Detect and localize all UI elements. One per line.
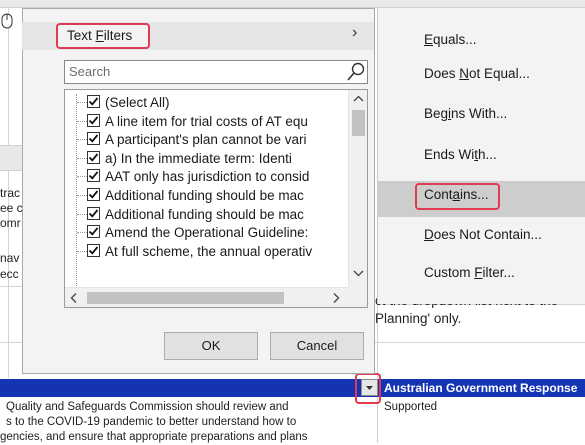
submenu-item-does-not-equal[interactable]: Does Not Equal... [424,66,530,81]
select-all-item[interactable]: (Select All) [65,93,348,112]
checkbox[interactable] [87,113,100,127]
mouse-icon [1,13,13,29]
cancel-button[interactable]: Cancel [270,332,364,360]
cell-fragment: omr [0,216,21,230]
cell-text: Supported [384,401,438,413]
scroll-up-icon[interactable] [349,90,368,108]
chevron-right-icon: › [352,24,358,41]
checkbox[interactable] [87,150,100,164]
value-list-items: (Select All) A line item for trial costs … [65,90,348,287]
highlight-outline [415,183,500,210]
checkmark-icon [88,190,99,199]
tree-line [77,250,87,252]
scrollbar-thumb[interactable] [352,110,365,136]
gray-cell [0,145,22,171]
filter-value-label: AAT only has jurisdiction to consid [105,169,310,185]
cell-text: Planning' only. [375,311,462,326]
checkbox[interactable] [87,132,100,146]
value-list: (Select All) A line item for trial costs … [64,89,368,308]
vertical-scrollbar[interactable] [348,90,367,287]
checkmark-icon [88,227,99,236]
tree-line [77,102,87,103]
filter-value-label: Amend the Operational Guideline: [105,225,309,241]
tree-line [77,195,87,196]
search-icon [347,62,365,81]
horizontal-scrollbar[interactable] [65,287,348,307]
filter-value-item[interactable]: Additional funding should be mac [65,205,348,224]
cell-fragment: nav [0,251,20,265]
ok-button[interactable]: OK [164,332,258,360]
text-filters-label[interactable]: Text Filters [56,23,150,49]
filter-value-label: Additional funding should be mac [105,188,304,203]
checkbox[interactable] [87,225,100,239]
filter-value-label: (Select All) [105,95,170,110]
checkmark-icon [88,209,99,218]
filter-value-label: At full scheme, the annual operativ [105,243,313,259]
scroll-right-icon[interactable] [327,288,345,308]
highlight-outline [355,373,381,404]
submenu-item-does-not-contain[interactable]: Does Not Contain... [424,227,542,242]
scroll-left-icon[interactable] [65,288,83,308]
checkmark-icon [88,246,99,255]
filter-value-item[interactable]: A participant's plan cannot be vari [65,130,348,149]
cell-fragment: ee c [0,201,22,215]
text-filters-text: Text Filters [67,28,133,43]
checkbox[interactable] [87,243,100,257]
checkbox[interactable] [87,188,100,201]
checkbox[interactable] [87,206,100,220]
filter-value-item[interactable]: A line item for trial costs of AT equ [65,112,348,131]
cell-fragment: trac [0,186,21,200]
cell-text: s to the COVID-19 pandemic to better und… [6,416,297,428]
top-toolbar-strip [0,0,585,8]
scroll-down-icon[interactable] [349,264,368,282]
filter-value-item[interactable]: AAT only has jurisdiction to consid [65,167,348,186]
checkbox[interactable] [87,95,100,108]
tree-line [77,213,87,215]
search-placeholder: Search [69,64,111,79]
filter-value-label: a) In the immediate term: Identi [105,150,292,166]
filter-value-label: A participant's plan cannot be vari [105,132,307,148]
filter-value-item[interactable]: a) In the immediate term: Identi [65,149,348,168]
tree-line [77,176,87,178]
row-divider [0,286,22,287]
filter-value-item[interactable]: Additional funding should be mac [65,186,348,205]
submenu-item-begins-with[interactable]: Begins With... [424,106,507,121]
cell-text: Quality and Safeguards Commission should… [6,401,289,413]
submenu-item-ends-with[interactable]: Ends With... [424,147,497,162]
cell-fragment: ecc [0,267,19,281]
tree-line [77,120,87,122]
checkmark-icon [88,134,99,143]
checkmark-icon [88,153,99,162]
filter-value-label: Additional funding should be mac [105,206,304,222]
checkbox[interactable] [87,169,100,183]
submenu-item-custom-filter[interactable]: Custom Filter... [424,265,515,280]
filter-value-item[interactable]: At full scheme, the annual operativ [65,242,348,261]
filter-value-label: A line item for trial costs of AT equ [105,113,308,129]
scrollbar-thumb[interactable] [87,292,284,304]
tree-line [77,157,87,159]
checkmark-icon [88,97,99,106]
column-header: Australian Government Response [384,381,578,395]
submenu-item-equals[interactable]: Equals... [424,32,477,47]
checkmark-icon [88,116,99,125]
tree-line [77,139,87,141]
checkmark-icon [88,171,99,181]
tree-line [77,232,87,234]
filter-value-item[interactable]: Amend the Operational Guideline: [65,223,348,242]
scrollbar-corner [348,287,367,307]
